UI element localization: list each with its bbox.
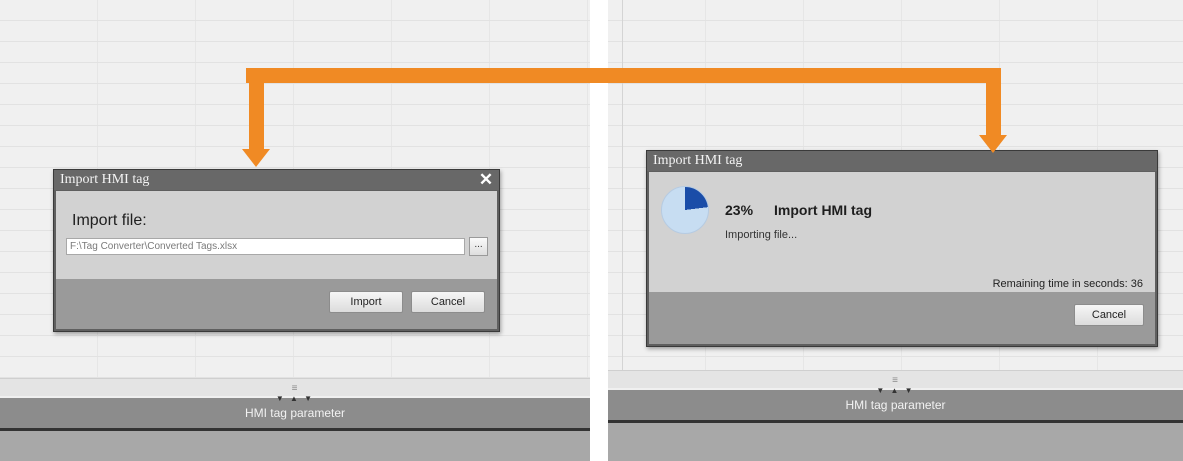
splitter-handle-icon[interactable]: ≡	[892, 375, 899, 386]
hmi-tag-parameter-bar[interactable]: ▼ ▲ ▼ HMI tag parameter	[608, 386, 1183, 420]
arrow-down-icon	[979, 135, 1007, 153]
dialog-body: 23% Import HMI tag Importing file... Rem…	[649, 172, 1155, 292]
dialog-footer: Import Cancel	[56, 279, 497, 329]
dialog-titlebar[interactable]: Import HMI tag	[647, 151, 1157, 171]
connector-arrow-stem-left	[249, 68, 264, 154]
progress-status-text: Importing file...	[725, 229, 798, 241]
arrow-down-icon	[242, 149, 270, 167]
import-hmi-tag-dialog: Import HMI tag ✕ Import file: F:\Tag Con…	[53, 169, 500, 332]
cancel-button[interactable]: Cancel	[411, 291, 485, 313]
bottom-bar	[0, 431, 590, 461]
collapse-arrows-icon[interactable]: ▼ ▲ ▼	[876, 386, 914, 396]
browse-button[interactable]: ...	[469, 237, 488, 256]
progress-operation-title: Import HMI tag	[774, 202, 872, 218]
hmi-tag-parameter-bar[interactable]: ▼ ▲ ▼ HMI tag parameter	[0, 394, 590, 428]
import-button[interactable]: Import	[329, 291, 403, 313]
hmi-tag-parameter-label: HMI tag parameter	[244, 406, 346, 420]
bottom-bar	[608, 423, 1183, 461]
dialog-titlebar[interactable]: Import HMI tag ✕	[54, 170, 499, 190]
dialog-title: Import HMI tag	[653, 153, 743, 168]
dialog-title: Import HMI tag	[60, 172, 150, 187]
splitter-handle-icon[interactable]: ≡	[292, 383, 299, 394]
dialog-body: Import file: F:\Tag Converter\Converted …	[56, 191, 497, 279]
connector-arrow-bar	[246, 68, 1001, 83]
import-file-path-input[interactable]: F:\Tag Converter\Converted Tags.xlsx	[66, 238, 465, 255]
column-divider	[622, 0, 623, 380]
connector-arrow-stem-right	[986, 68, 1001, 138]
import-progress-dialog: Import HMI tag 23% Import HMI tag Import…	[646, 150, 1158, 347]
close-icon[interactable]: ✕	[477, 170, 495, 190]
hmi-tag-parameter-label: HMI tag parameter	[845, 398, 946, 412]
remaining-time-text: Remaining time in seconds: 36	[992, 278, 1143, 290]
cancel-button[interactable]: Cancel	[1074, 304, 1144, 326]
import-file-label: Import file:	[72, 212, 147, 229]
dialog-footer: Cancel	[649, 292, 1155, 344]
collapse-arrows-icon[interactable]: ▼ ▲ ▼	[276, 394, 314, 404]
progress-percent: 23%	[725, 202, 754, 218]
progress-pie-icon	[661, 186, 709, 234]
